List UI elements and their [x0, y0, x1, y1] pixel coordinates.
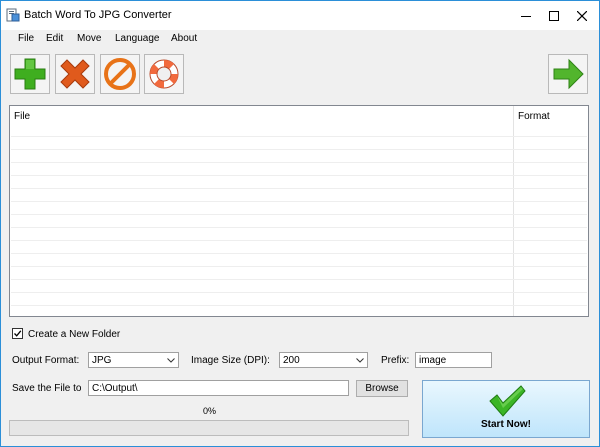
add-icon [14, 58, 46, 90]
output-format-value: JPG [92, 355, 112, 366]
output-format-select[interactable]: JPG [88, 352, 179, 368]
menu-file[interactable]: File [18, 33, 34, 44]
list-gridline [11, 188, 587, 189]
maximize-icon [549, 10, 559, 21]
remove-file-button[interactable] [55, 54, 95, 94]
remove-icon [60, 59, 90, 89]
clear-icon [104, 58, 136, 90]
list-gridline [11, 214, 587, 215]
help-button[interactable] [144, 54, 184, 94]
chevron-down-icon [356, 358, 364, 363]
big-checkmark-icon [489, 385, 526, 417]
save-path-field[interactable] [88, 380, 349, 396]
prefix-label: Prefix: [381, 355, 410, 366]
browse-button[interactable]: Browse [356, 380, 408, 397]
image-size-value: 200 [283, 355, 300, 366]
list-gridline [11, 136, 587, 137]
list-gridline [11, 266, 587, 267]
close-icon [577, 10, 587, 21]
list-gridline [11, 201, 587, 202]
minimize-icon [521, 15, 531, 17]
chevron-down-icon [167, 358, 175, 363]
next-arrow-icon [553, 58, 584, 90]
output-format-label: Output Format: [12, 355, 80, 366]
clear-list-button[interactable] [100, 54, 140, 94]
minimize-button[interactable] [511, 1, 541, 30]
image-size-select[interactable]: 200 [279, 352, 368, 368]
list-gridline [11, 227, 587, 228]
maximize-button[interactable] [539, 1, 569, 30]
browse-button-label: Browse [365, 383, 399, 394]
create-folder-checkbox[interactable] [12, 328, 23, 339]
menu-about[interactable]: About [171, 33, 197, 44]
window-title: Batch Word To JPG Converter [24, 9, 172, 21]
list-gridline [11, 279, 587, 280]
help-lifebuoy-icon [149, 59, 179, 89]
menu-language[interactable]: Language [115, 33, 160, 44]
progress-percent: 0% [203, 406, 217, 416]
list-gridline [11, 292, 587, 293]
column-file[interactable]: File [14, 111, 30, 122]
app-window: Batch Word To JPG Converter File Edit Mo… [0, 0, 600, 447]
progress-bar [9, 420, 409, 436]
app-icon [6, 8, 20, 22]
prefix-input[interactable] [416, 353, 491, 367]
list-gridline [11, 240, 587, 241]
save-path-label: Save the File to [12, 383, 82, 394]
list-gridline [11, 162, 587, 163]
start-now-label: Start Now! [481, 419, 531, 430]
column-format[interactable]: Format [518, 111, 550, 122]
start-now-button[interactable]: Start Now! [422, 380, 590, 438]
create-folder-label[interactable]: Create a New Folder [28, 329, 120, 340]
close-button[interactable] [567, 1, 597, 30]
list-gridline [11, 175, 587, 176]
file-list[interactable]: File Format [9, 105, 589, 317]
list-gridline [11, 149, 587, 150]
menu-move[interactable]: Move [77, 33, 101, 44]
menu-edit[interactable]: Edit [46, 33, 63, 44]
checkmark-icon [14, 330, 22, 337]
title-bar[interactable]: Batch Word To JPG Converter [1, 1, 599, 30]
add-files-button[interactable] [10, 54, 50, 94]
column-separator [513, 106, 514, 316]
image-size-label: Image Size (DPI): [191, 355, 270, 366]
list-header: File Format [10, 106, 588, 124]
list-gridline [11, 253, 587, 254]
prefix-field[interactable] [415, 352, 492, 368]
menu-bar: File Edit Move Language About [1, 30, 599, 48]
save-path-input[interactable] [89, 381, 348, 395]
list-gridline [11, 305, 587, 306]
next-button[interactable] [548, 54, 588, 94]
